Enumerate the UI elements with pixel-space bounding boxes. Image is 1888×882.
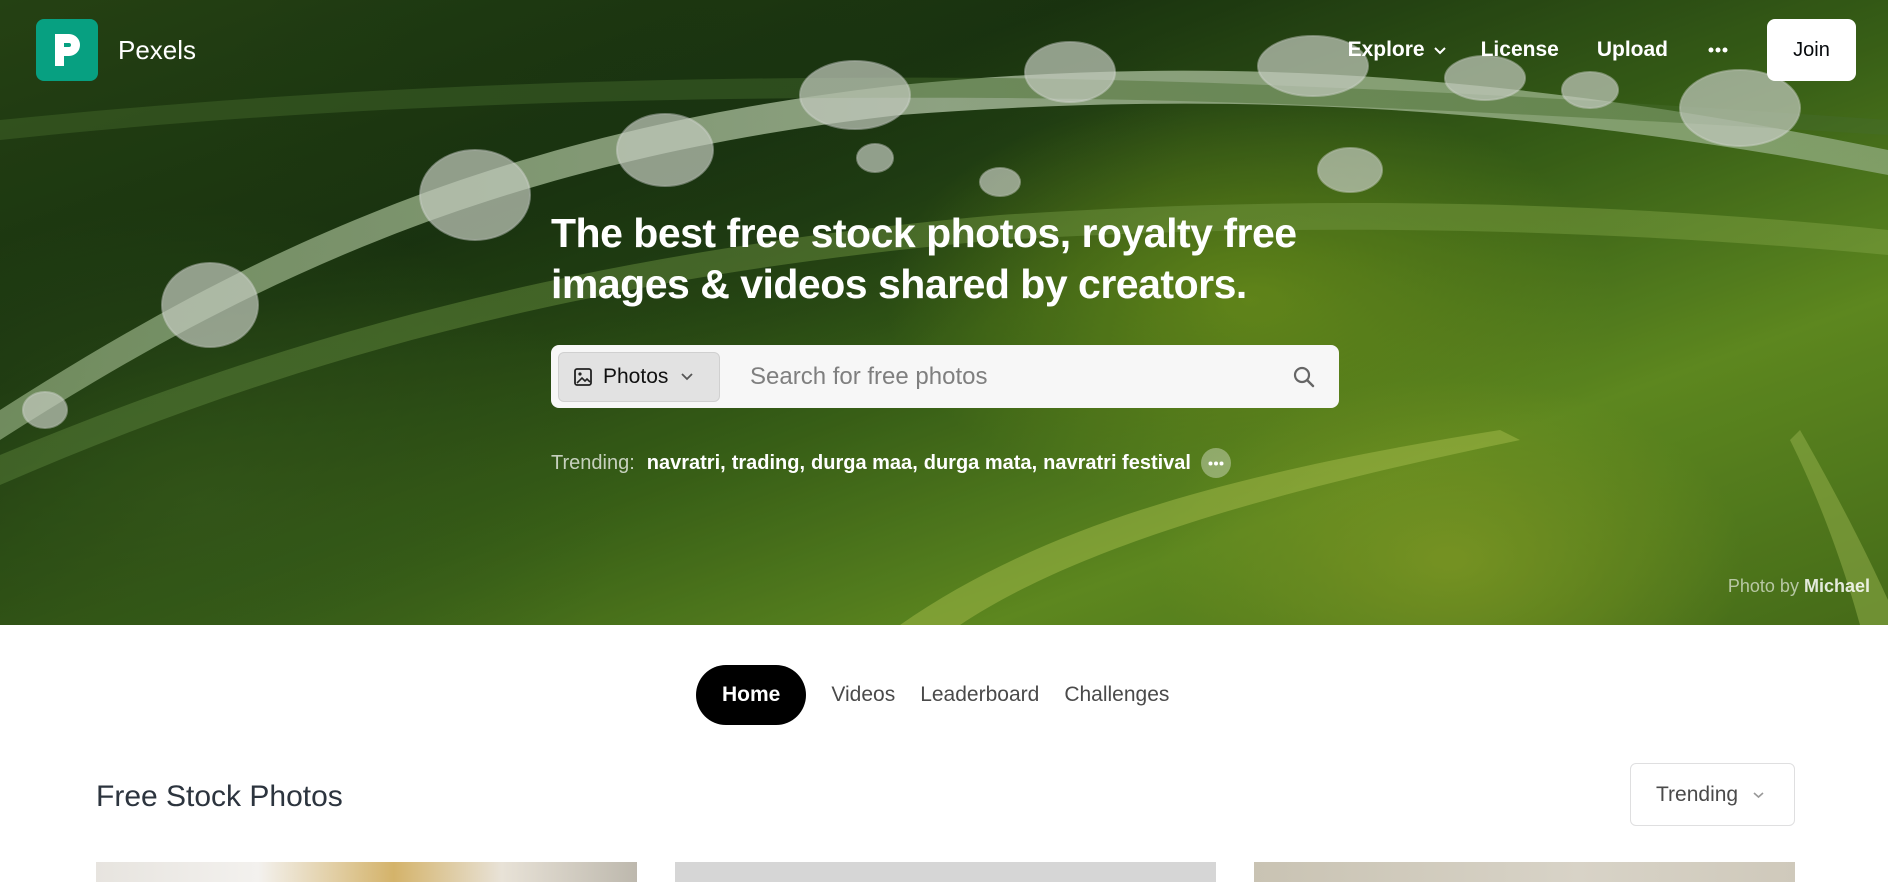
pexels-logo[interactable]: Pexels [36, 19, 196, 81]
photo-card[interactable] [96, 862, 637, 882]
trending-searches: Trending: navratri, trading, durga maa, … [551, 448, 1231, 478]
join-button[interactable]: Join [1767, 19, 1856, 81]
trending-link[interactable]: durga maa [811, 452, 912, 475]
trending-label: Trending: [551, 451, 635, 474]
search-button[interactable] [1269, 352, 1339, 402]
photo-credit-author[interactable]: Michael [1804, 576, 1870, 596]
trending-link[interactable]: trading [732, 452, 800, 475]
tab-videos[interactable]: Videos [831, 683, 895, 707]
pexels-logo-icon [36, 19, 98, 81]
trending-link[interactable]: durga mata [924, 452, 1032, 475]
nav-explore-label: Explore [1347, 38, 1425, 61]
tab-home[interactable]: Home [696, 665, 807, 725]
sort-dropdown[interactable]: Trending [1630, 763, 1795, 826]
image-icon [574, 367, 592, 386]
search-icon [1293, 366, 1315, 387]
ellipsis-icon [1208, 461, 1224, 465]
search-input[interactable] [720, 351, 1269, 402]
hero-headline: The best free stock photos, royalty free… [551, 210, 1297, 307]
nav-license[interactable]: License [1481, 38, 1559, 62]
search-bar: Photos [551, 345, 1339, 408]
photo-card[interactable] [1254, 862, 1795, 882]
section-title: Free Stock Photos [96, 780, 343, 813]
photo-credit[interactable]: Photo by Michael [1728, 576, 1870, 597]
hero-banner [0, 0, 1888, 625]
nav-upload[interactable]: Upload [1597, 38, 1668, 62]
chevron-down-icon [681, 373, 694, 381]
tab-leaderboard[interactable]: Leaderboard [920, 683, 1039, 707]
nav-explore[interactable]: Explore [1348, 38, 1447, 62]
photo-card[interactable] [675, 862, 1216, 882]
trending-link[interactable]: navratri [647, 452, 720, 475]
more-menu-button[interactable] [1708, 47, 1728, 53]
main-tabs: Home Videos Leaderboard Challenges [696, 665, 1169, 725]
trending-more-button[interactable] [1200, 448, 1231, 478]
chevron-down-icon [1433, 46, 1446, 54]
photo-credit-prefix: Photo by [1727, 576, 1799, 596]
ellipsis-icon [1708, 47, 1728, 53]
search-type-dropdown[interactable]: Photos [558, 351, 720, 402]
chevron-down-icon [1753, 791, 1764, 798]
tab-challenges[interactable]: Challenges [1064, 683, 1169, 707]
trending-link[interactable]: navratri festival [1043, 452, 1191, 475]
top-navigation: Explore License Upload Join [1348, 19, 1856, 81]
search-type-label: Photos [603, 364, 669, 388]
sort-dropdown-label: Trending [1656, 782, 1739, 806]
brand-name: Pexels [118, 34, 197, 65]
